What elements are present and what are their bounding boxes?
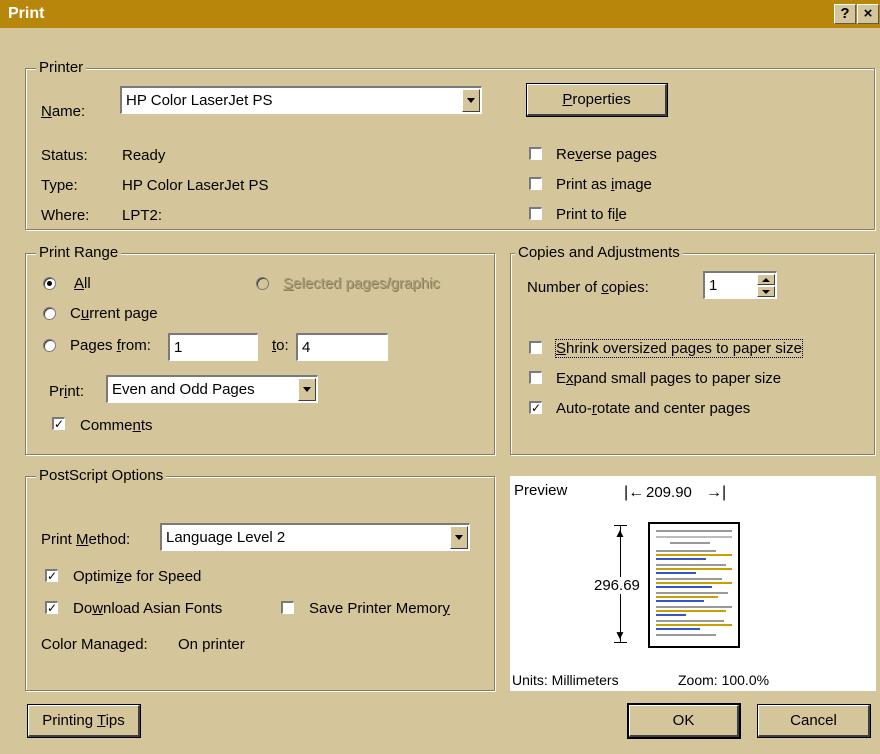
height-arrow-up-icon: ▲ (614, 526, 626, 540)
current-page-label[interactable]: Current page (70, 305, 158, 322)
auto-rotate-checkbox[interactable]: ✓ (529, 401, 542, 414)
preview-panel: Preview |← 209.90 →| ▲ ▼ 296.69 Units: M… (510, 476, 876, 691)
print-as-image-checkbox[interactable] (529, 177, 542, 190)
status-value: Ready (122, 147, 166, 164)
checkmark-icon: ✓ (47, 569, 58, 583)
printer-legend: Printer (36, 59, 87, 76)
stepper-down-icon[interactable] (757, 286, 775, 297)
page-width-value: 209.90 (646, 484, 692, 501)
print-method-label: Print Method: (41, 531, 131, 548)
zoom-label: Zoom: 100.0% (678, 672, 770, 688)
checkmark-icon: ✓ (47, 601, 58, 615)
type-value: HP Color LaserJet PS (122, 177, 269, 194)
printer-name-select[interactable]: HP Color LaserJet PS (120, 86, 482, 114)
color-managed-label: Color Managed: (41, 636, 148, 653)
copies-legend: Copies and Adjustments (515, 244, 683, 261)
selected-pages-radio (256, 277, 269, 290)
save-memory-label[interactable]: Save Printer Memory (309, 600, 450, 617)
copies-stepper[interactable]: 1 (703, 271, 777, 299)
reverse-pages-label[interactable]: Reverse pages (556, 146, 657, 163)
print-to-file-label[interactable]: Print to file (556, 206, 627, 223)
optimize-checkbox[interactable]: ✓ (45, 569, 58, 582)
optimize-label[interactable]: Optimize for Speed (73, 568, 201, 585)
page-height-value: 296.69 (594, 577, 640, 594)
print-as-image-label[interactable]: Print as image (556, 176, 652, 193)
asian-fonts-checkbox[interactable]: ✓ (45, 601, 58, 614)
color-managed-value: On printer (178, 636, 245, 653)
type-label: Type: (41, 177, 78, 194)
help-button[interactable]: ? (834, 4, 856, 24)
pages-to-input[interactable]: 4 (296, 333, 388, 361)
stepper-up-icon[interactable] (757, 274, 775, 285)
where-value: LPT2: (122, 207, 163, 224)
name-label: Name: (41, 103, 86, 120)
close-icon: × (863, 5, 873, 22)
selected-pages-label: Selected pages/graphic (283, 275, 440, 292)
copies-label: Number of copies: (527, 279, 649, 296)
pages-radio[interactable] (43, 339, 56, 352)
print-method-select[interactable]: Language Level 2 (160, 523, 470, 551)
print-subset-label: Print: (49, 383, 85, 400)
radio-selected-dot (47, 281, 52, 286)
where-label: Where: (41, 207, 90, 224)
properties-button[interactable]: Properties (526, 83, 668, 117)
height-arrow-down-icon: ▼ (614, 628, 626, 642)
chevron-down-icon[interactable] (450, 526, 468, 549)
width-arrow-left-icon: |← (624, 484, 645, 501)
postscript-legend: PostScript Options (36, 467, 167, 484)
print-subset-select[interactable]: Even and Odd Pages (106, 375, 318, 403)
units-label: Units: Millimeters (512, 672, 619, 688)
reverse-pages-checkbox[interactable] (529, 147, 542, 160)
height-bottom-tick (614, 642, 627, 643)
printing-tips-button[interactable]: Printing Tips (27, 704, 141, 738)
all-label[interactable]: All (74, 275, 91, 292)
print-range-legend: Print Range (36, 244, 122, 261)
shrink-checkbox[interactable] (529, 341, 542, 354)
width-arrow-right-icon: →| (706, 484, 727, 501)
checkmark-icon: ✓ (531, 401, 542, 415)
save-memory-checkbox[interactable] (281, 601, 294, 614)
expand-checkbox[interactable] (529, 371, 542, 384)
preview-label: Preview (514, 482, 568, 499)
cancel-button[interactable]: Cancel (757, 704, 871, 738)
auto-rotate-label[interactable]: Auto-rotate and center pages (556, 400, 750, 417)
chevron-down-icon[interactable] (298, 378, 316, 401)
shrink-label[interactable]: Shrink oversized pages to paper size (555, 339, 803, 358)
current-page-radio[interactable] (43, 307, 56, 320)
checkmark-icon: ✓ (54, 417, 65, 431)
comments-label[interactable]: Comments (80, 417, 153, 434)
status-label: Status: (41, 147, 88, 164)
ok-button[interactable]: OK (627, 703, 741, 739)
chevron-down-icon[interactable] (462, 89, 480, 112)
asian-fonts-label[interactable]: Download Asian Fonts (73, 600, 222, 617)
page-thumbnail (648, 522, 740, 648)
pages-from-input[interactable]: 1 (168, 333, 258, 361)
print-to-file-checkbox[interactable] (529, 207, 542, 220)
all-radio[interactable] (43, 277, 56, 290)
comments-checkbox[interactable]: ✓ (52, 417, 65, 430)
title-bar: Print (0, 0, 880, 28)
close-button[interactable]: × (857, 4, 879, 24)
pages-to-label: to: (272, 337, 289, 354)
pages-from-label[interactable]: Pages from: (70, 337, 151, 354)
window-title: Print (8, 5, 45, 22)
expand-label[interactable]: Expand small pages to paper size (556, 370, 781, 387)
